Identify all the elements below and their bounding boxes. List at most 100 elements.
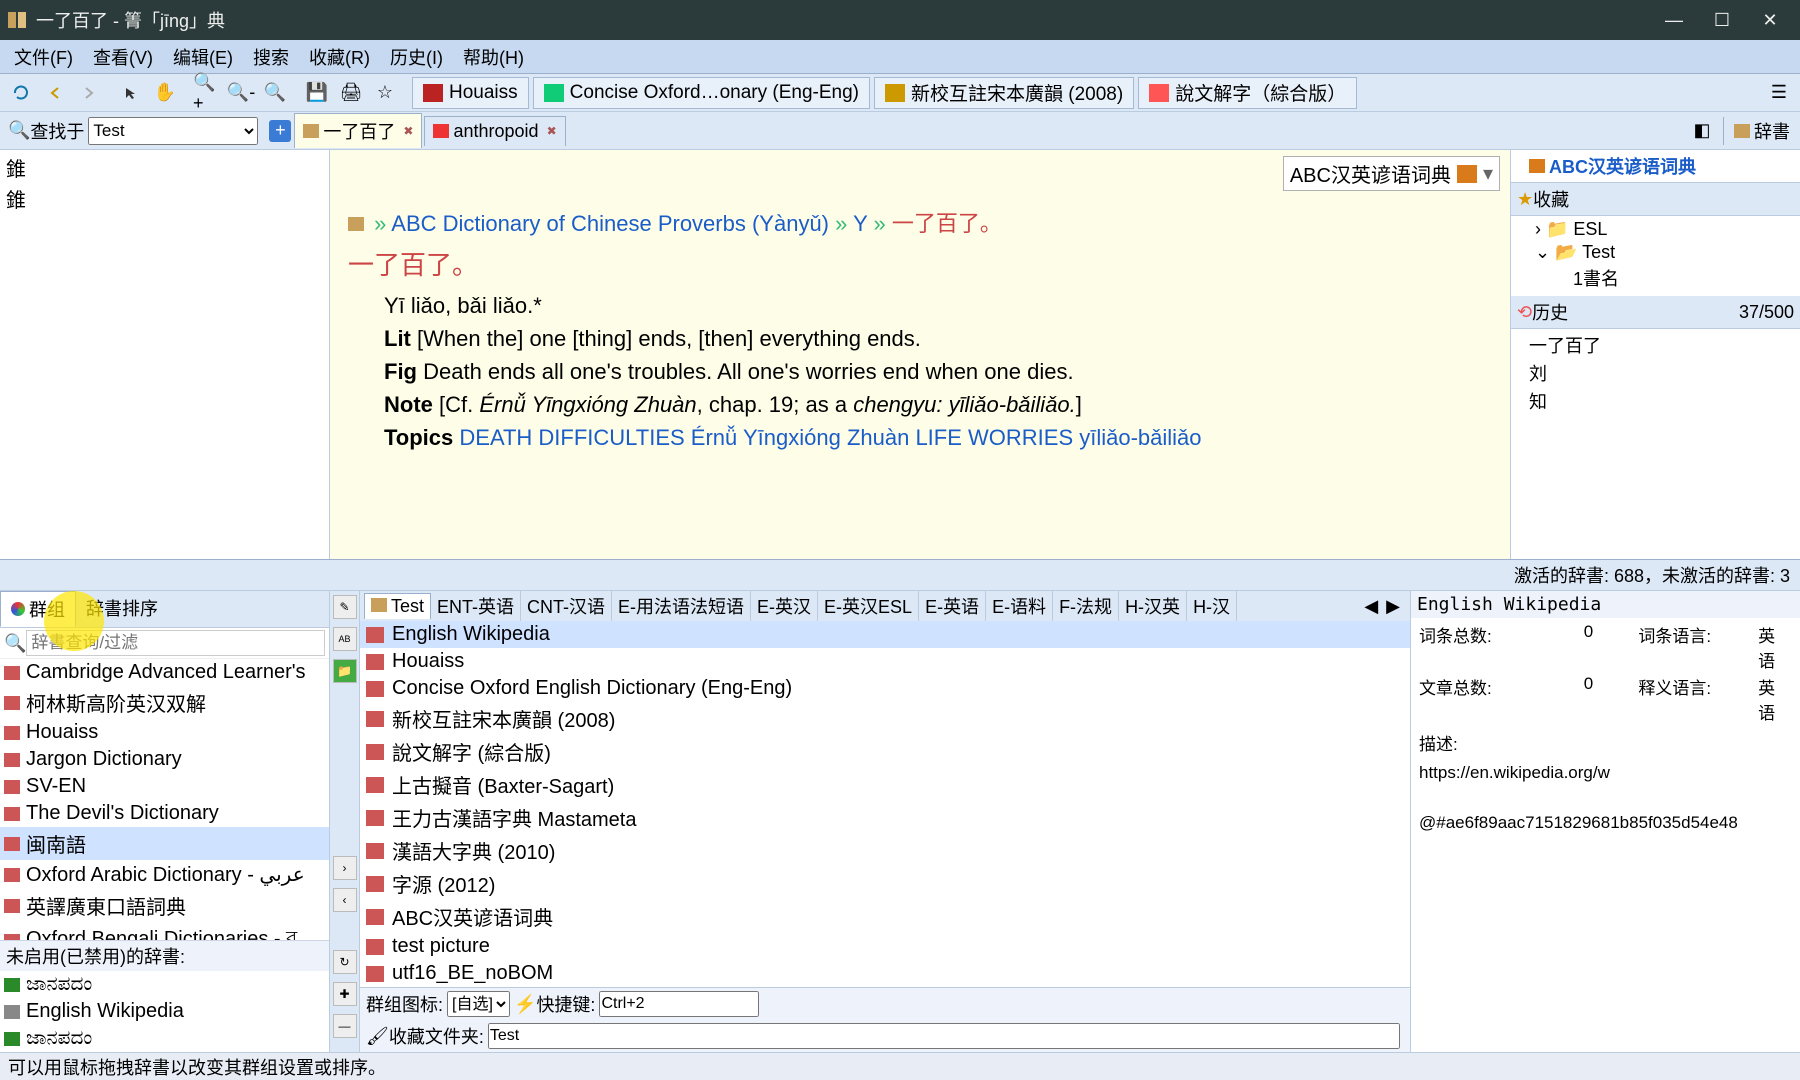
menu-file[interactable]: 文件(F): [4, 40, 83, 74]
fav-folder-input[interactable]: [488, 1023, 1400, 1049]
group-dict-item[interactable]: 王力古漢語字典 Mastameta: [360, 801, 1410, 834]
folder-icon[interactable]: 📁: [333, 659, 357, 683]
article-dict-badge[interactable]: ABC汉英谚语词典 ▾: [1283, 156, 1500, 191]
group-dict-item[interactable]: 字源 (2012): [360, 867, 1410, 900]
dict-shortcut-4[interactable]: 說文解字（綜合版）: [1138, 77, 1357, 109]
dict-filter-input[interactable]: [26, 630, 325, 656]
menu-edit[interactable]: 编辑(E): [163, 40, 243, 74]
reload-icon[interactable]: ↻: [333, 950, 357, 974]
star-icon[interactable]: ☆: [371, 79, 399, 107]
group-dict-item[interactable]: utf16_BE_noBOM: [360, 960, 1410, 987]
new-tab-button[interactable]: +: [269, 120, 291, 142]
content-tab-2[interactable]: anthropoid ✖: [424, 116, 565, 146]
history-item[interactable]: 刘: [1517, 359, 1794, 387]
dict-list-item[interactable]: Jargon Dictionary: [0, 746, 329, 773]
group-dict-item[interactable]: 上古擬音 (Baxter-Sagart): [360, 768, 1410, 801]
history-list[interactable]: 一了百了 刘 知: [1511, 329, 1800, 417]
edit-icon[interactable]: ✎: [333, 595, 357, 619]
menu-favorites[interactable]: 收藏(R): [299, 40, 380, 74]
group-dict-item[interactable]: English Wikipedia: [360, 621, 1410, 648]
group-tab[interactable]: H-汉英: [1119, 591, 1187, 621]
expand-icon[interactable]: ‹: [333, 888, 357, 912]
text-icon[interactable]: AB: [333, 627, 357, 651]
collapse-icon[interactable]: ›: [333, 856, 357, 880]
zoom-reset-icon[interactable]: 🔍: [261, 79, 289, 107]
dict-list-item[interactable]: 闽南語: [0, 827, 329, 860]
content-tab-1[interactable]: 一了百了 ✖: [294, 113, 422, 148]
dict-shortcut-1[interactable]: Houaiss: [412, 77, 529, 109]
dict-list-item[interactable]: 英譯廣東口語詞典: [0, 889, 329, 922]
dict-shortcut-3[interactable]: 新校互註宋本廣韻 (2008): [874, 77, 1134, 109]
zoom-out-icon[interactable]: 🔍-: [227, 79, 255, 107]
tree-item[interactable]: › 📁 ESL: [1517, 218, 1794, 241]
favorites-header[interactable]: ★收藏: [1511, 183, 1800, 216]
minimize-button[interactable]: —: [1650, 0, 1698, 40]
back-icon[interactable]: [41, 79, 69, 107]
group-tab[interactable]: Test: [364, 593, 431, 619]
breadcrumb-letter-link[interactable]: Y: [853, 211, 867, 236]
group-tab[interactable]: E-英汉: [751, 591, 818, 621]
remove-icon[interactable]: —: [333, 1014, 357, 1038]
group-tab[interactable]: E-英汉ESL: [818, 591, 919, 621]
tab-dict-order[interactable]: 辞書排序: [76, 591, 168, 627]
zoom-in-icon[interactable]: 🔍+: [193, 79, 221, 107]
dict-list[interactable]: Cambridge Advanced Learner's柯林斯高阶英汉双解Hou…: [0, 659, 329, 940]
layout-icon[interactable]: ◧: [1688, 117, 1716, 145]
menu-search[interactable]: 搜索: [243, 40, 299, 74]
menu-overflow-icon[interactable]: ☰: [1765, 79, 1793, 107]
disabled-dict-item[interactable]: ಜಾನಪದಂ: [0, 1025, 329, 1052]
group-dict-item[interactable]: test picture: [360, 933, 1410, 960]
dict-list-item[interactable]: The Devil's Dictionary: [0, 800, 329, 827]
group-tab[interactable]: E-语料: [986, 591, 1053, 621]
history-header[interactable]: ⟲历史37/500: [1511, 296, 1800, 329]
close-button[interactable]: ✕: [1746, 0, 1794, 40]
result-item[interactable]: 錐: [2, 183, 327, 214]
group-tab[interactable]: E-英语: [919, 591, 986, 621]
close-tab-icon[interactable]: ✖: [403, 124, 413, 138]
forward-icon[interactable]: [75, 79, 103, 107]
scroll-left-icon[interactable]: ◀: [1360, 596, 1382, 617]
menu-history[interactable]: 历史(I): [380, 40, 453, 74]
save-icon[interactable]: 💾: [303, 79, 331, 107]
cursor-icon[interactable]: [117, 79, 145, 107]
dict-list-item[interactable]: Houaiss: [0, 719, 329, 746]
add-icon[interactable]: ✚: [333, 982, 357, 1006]
hand-icon[interactable]: ✋: [151, 79, 179, 107]
group-icon-select[interactable]: [自选]: [447, 991, 510, 1017]
refresh-icon[interactable]: [7, 79, 35, 107]
group-dict-item[interactable]: 新校互註宋本廣韻 (2008): [360, 702, 1410, 735]
dict-list-item[interactable]: Oxford Bengali Dictionaries - ব: [0, 922, 329, 940]
disabled-dict-item[interactable]: ಜಾನಪದಂ: [0, 971, 329, 998]
group-tab[interactable]: H-汉: [1187, 591, 1237, 621]
disabled-dict-list[interactable]: ಜಾನಪದಂEnglish Wikipediaಜಾನಪದಂ: [0, 971, 329, 1052]
dict-list-item[interactable]: Cambridge Advanced Learner's: [0, 659, 329, 686]
scroll-right-icon[interactable]: ▶: [1382, 596, 1404, 617]
group-tab[interactable]: E-用法语法短语: [612, 591, 751, 621]
dict-list-item[interactable]: SV-EN: [0, 773, 329, 800]
group-dict-item[interactable]: 說文解字 (綜合版): [360, 735, 1410, 768]
menu-view[interactable]: 查看(V): [83, 40, 163, 74]
chevron-down-icon[interactable]: ▾: [1483, 161, 1493, 186]
group-dict-item[interactable]: 漢語大字典 (2010): [360, 834, 1410, 867]
dict-list-item[interactable]: Oxford Arabic Dictionary - عربي: [0, 860, 329, 889]
group-dict-item[interactable]: ABC汉英谚语词典: [360, 900, 1410, 933]
menu-help[interactable]: 帮助(H): [453, 40, 534, 74]
group-dict-item[interactable]: Houaiss: [360, 648, 1410, 675]
group-tab[interactable]: F-法规: [1053, 591, 1119, 621]
history-item[interactable]: 一了百了: [1517, 331, 1794, 359]
group-tab[interactable]: ENT-英语: [431, 591, 521, 621]
history-item[interactable]: 知: [1517, 387, 1794, 415]
group-dict-item[interactable]: Concise Oxford English Dictionary (Eng-E…: [360, 675, 1410, 702]
group-tab[interactable]: CNT-汉语: [521, 591, 612, 621]
right-panel-toggle[interactable]: 辞書: [1728, 118, 1796, 144]
breadcrumb-dict-link[interactable]: ABC Dictionary of Chinese Proverbs (Yàny…: [391, 211, 829, 236]
group-dict-list[interactable]: English WikipediaHouaissConcise Oxford E…: [360, 621, 1410, 987]
tab-groups[interactable]: 群组: [0, 591, 76, 627]
maximize-button[interactable]: ☐: [1698, 0, 1746, 40]
dict-list-item[interactable]: 柯林斯高阶英汉双解: [0, 686, 329, 719]
result-item[interactable]: 錐: [2, 152, 327, 183]
dict-shortcut-2[interactable]: Concise Oxford…onary (Eng-Eng): [533, 77, 870, 109]
disabled-dict-item[interactable]: English Wikipedia: [0, 998, 329, 1025]
dict-entry[interactable]: ABC汉英谚语词典: [1517, 152, 1794, 180]
tree-item[interactable]: ⌄ 📂 Test: [1517, 241, 1794, 264]
